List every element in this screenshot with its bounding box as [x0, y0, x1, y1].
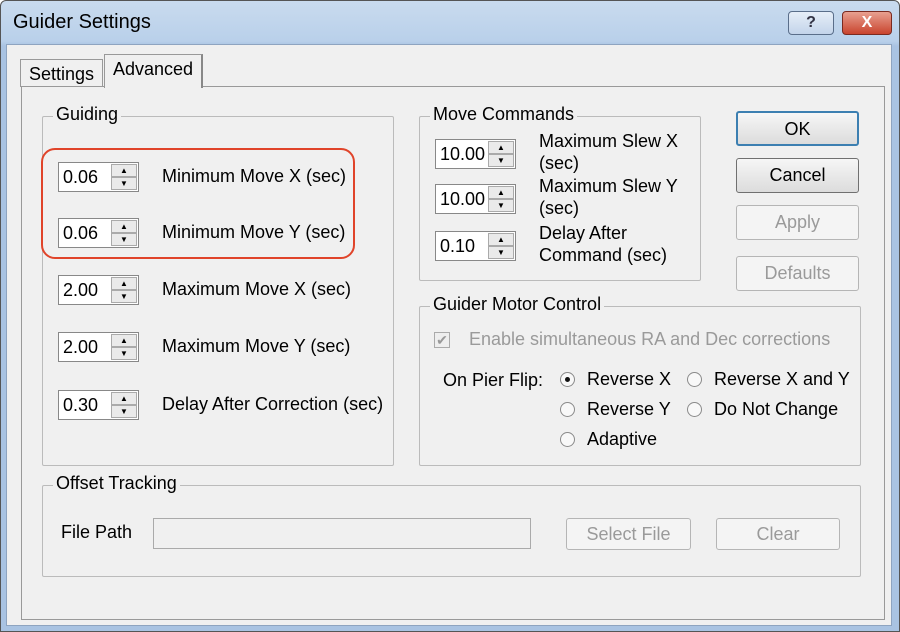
- spin-up-icon[interactable]: ▲: [488, 186, 514, 199]
- move-command-spinner[interactable]: 0.10 ▲ ▼: [435, 231, 516, 261]
- spin-value[interactable]: 2.00: [63, 280, 98, 301]
- spin-up-icon[interactable]: ▲: [111, 164, 137, 177]
- pier-flip-radio[interactable]: [560, 402, 575, 417]
- pier-flip-radio[interactable]: [560, 432, 575, 447]
- label-line1: Delay After: [539, 223, 628, 243]
- spin-down-icon[interactable]: ▼: [111, 233, 137, 246]
- pier-flip-option-label[interactable]: Adaptive: [587, 429, 657, 450]
- label-line2: Command (sec): [539, 245, 668, 265]
- guiding-title: Guiding: [53, 104, 122, 125]
- file-path-label: File Path: [61, 522, 133, 542]
- tab-advanced[interactable]: Advanced: [104, 54, 204, 88]
- pier-flip-option-label[interactable]: Reverse X: [587, 369, 671, 390]
- simultaneous-checkbox[interactable]: ✔: [434, 332, 450, 348]
- spin-value[interactable]: 10.00: [440, 189, 485, 210]
- label-line2: (sec): [539, 198, 579, 218]
- apply-button[interactable]: Apply: [736, 205, 859, 240]
- move-command-spinner[interactable]: 10.00 ▲ ▼: [435, 184, 516, 214]
- tab-settings[interactable]: Settings: [20, 59, 104, 87]
- pier-flip-option-label[interactable]: Do Not Change: [714, 399, 838, 420]
- window-title: Guider Settings: [13, 11, 151, 33]
- guiding-label: Maximum Move Y (sec): [162, 336, 351, 356]
- spin-down-icon[interactable]: ▼: [488, 154, 514, 167]
- help-button[interactable]: ?: [788, 11, 834, 35]
- spin-down-icon[interactable]: ▼: [488, 246, 514, 259]
- spin-up-icon[interactable]: ▲: [111, 392, 137, 405]
- move-command-spinner[interactable]: 10.00 ▲ ▼: [435, 139, 516, 169]
- guiding-label: Minimum Move X (sec): [162, 166, 347, 186]
- offset-tracking-title: Offset Tracking: [53, 473, 180, 494]
- dialog-client: Settings Advanced Guiding 0.06 ▲ ▼ Minimu…: [6, 44, 892, 626]
- label-line2: (sec): [539, 153, 579, 173]
- spin-down-icon[interactable]: ▼: [111, 405, 137, 418]
- defaults-button[interactable]: Defaults: [736, 256, 859, 291]
- spin-value[interactable]: 0.06: [63, 223, 98, 244]
- guiding-label: Maximum Move X (sec): [162, 279, 352, 299]
- label-line1: Maximum Slew Y: [539, 176, 678, 196]
- guiding-spinner[interactable]: 0.30 ▲ ▼: [58, 390, 139, 420]
- pier-flip-radio[interactable]: [687, 402, 702, 417]
- select-file-button[interactable]: Select File: [566, 518, 691, 550]
- spin-value[interactable]: 2.00: [63, 337, 98, 358]
- spin-up-icon[interactable]: ▲: [488, 233, 514, 246]
- move-command-label: Maximum Slew X (sec): [539, 130, 678, 174]
- ok-button[interactable]: OK: [736, 111, 859, 146]
- guiding-label: Minimum Move Y (sec): [162, 222, 346, 242]
- simultaneous-label: Enable simultaneous RA and Dec correctio…: [469, 329, 831, 349]
- pier-flip-option-label[interactable]: Reverse Y: [587, 399, 671, 420]
- move-command-label: Maximum Slew Y (sec): [539, 175, 678, 219]
- move-commands-title: Move Commands: [430, 104, 578, 125]
- pier-flip-radio[interactable]: [560, 372, 575, 387]
- pier-flip-option-label[interactable]: Reverse X and Y: [714, 369, 850, 390]
- spin-up-icon[interactable]: ▲: [111, 277, 137, 290]
- spin-down-icon[interactable]: ▼: [488, 199, 514, 212]
- guiding-label: Delay After Correction (sec): [162, 394, 384, 414]
- guiding-spinner[interactable]: 2.00 ▲ ▼: [58, 275, 139, 305]
- spin-value[interactable]: 0.10: [440, 236, 475, 257]
- spin-value[interactable]: 10.00: [440, 144, 485, 165]
- spin-value[interactable]: 0.06: [63, 167, 98, 188]
- file-path-input[interactable]: [153, 518, 531, 549]
- label-line1: Maximum Slew X: [539, 131, 679, 151]
- cancel-button[interactable]: Cancel: [736, 158, 859, 193]
- guiding-spinner[interactable]: 2.00 ▲ ▼: [58, 332, 139, 362]
- spin-value[interactable]: 0.30: [63, 395, 98, 416]
- spin-down-icon[interactable]: ▼: [111, 347, 137, 360]
- spin-up-icon[interactable]: ▲: [111, 334, 137, 347]
- guider-motor-control-title: Guider Motor Control: [430, 294, 605, 315]
- spin-up-icon[interactable]: ▲: [488, 141, 514, 154]
- pier-flip-label: On Pier Flip:: [443, 370, 544, 390]
- pier-flip-radio[interactable]: [687, 372, 702, 387]
- spin-down-icon[interactable]: ▼: [111, 290, 137, 303]
- spin-down-icon[interactable]: ▼: [111, 177, 137, 190]
- clear-button[interactable]: Clear: [716, 518, 840, 550]
- guiding-spinner[interactable]: 0.06 ▲ ▼: [58, 218, 139, 248]
- spin-up-icon[interactable]: ▲: [111, 220, 137, 233]
- close-button[interactable]: X: [842, 11, 892, 35]
- move-command-label: Delay After Command (sec): [539, 222, 667, 266]
- guiding-spinner[interactable]: 0.06 ▲ ▼: [58, 162, 139, 192]
